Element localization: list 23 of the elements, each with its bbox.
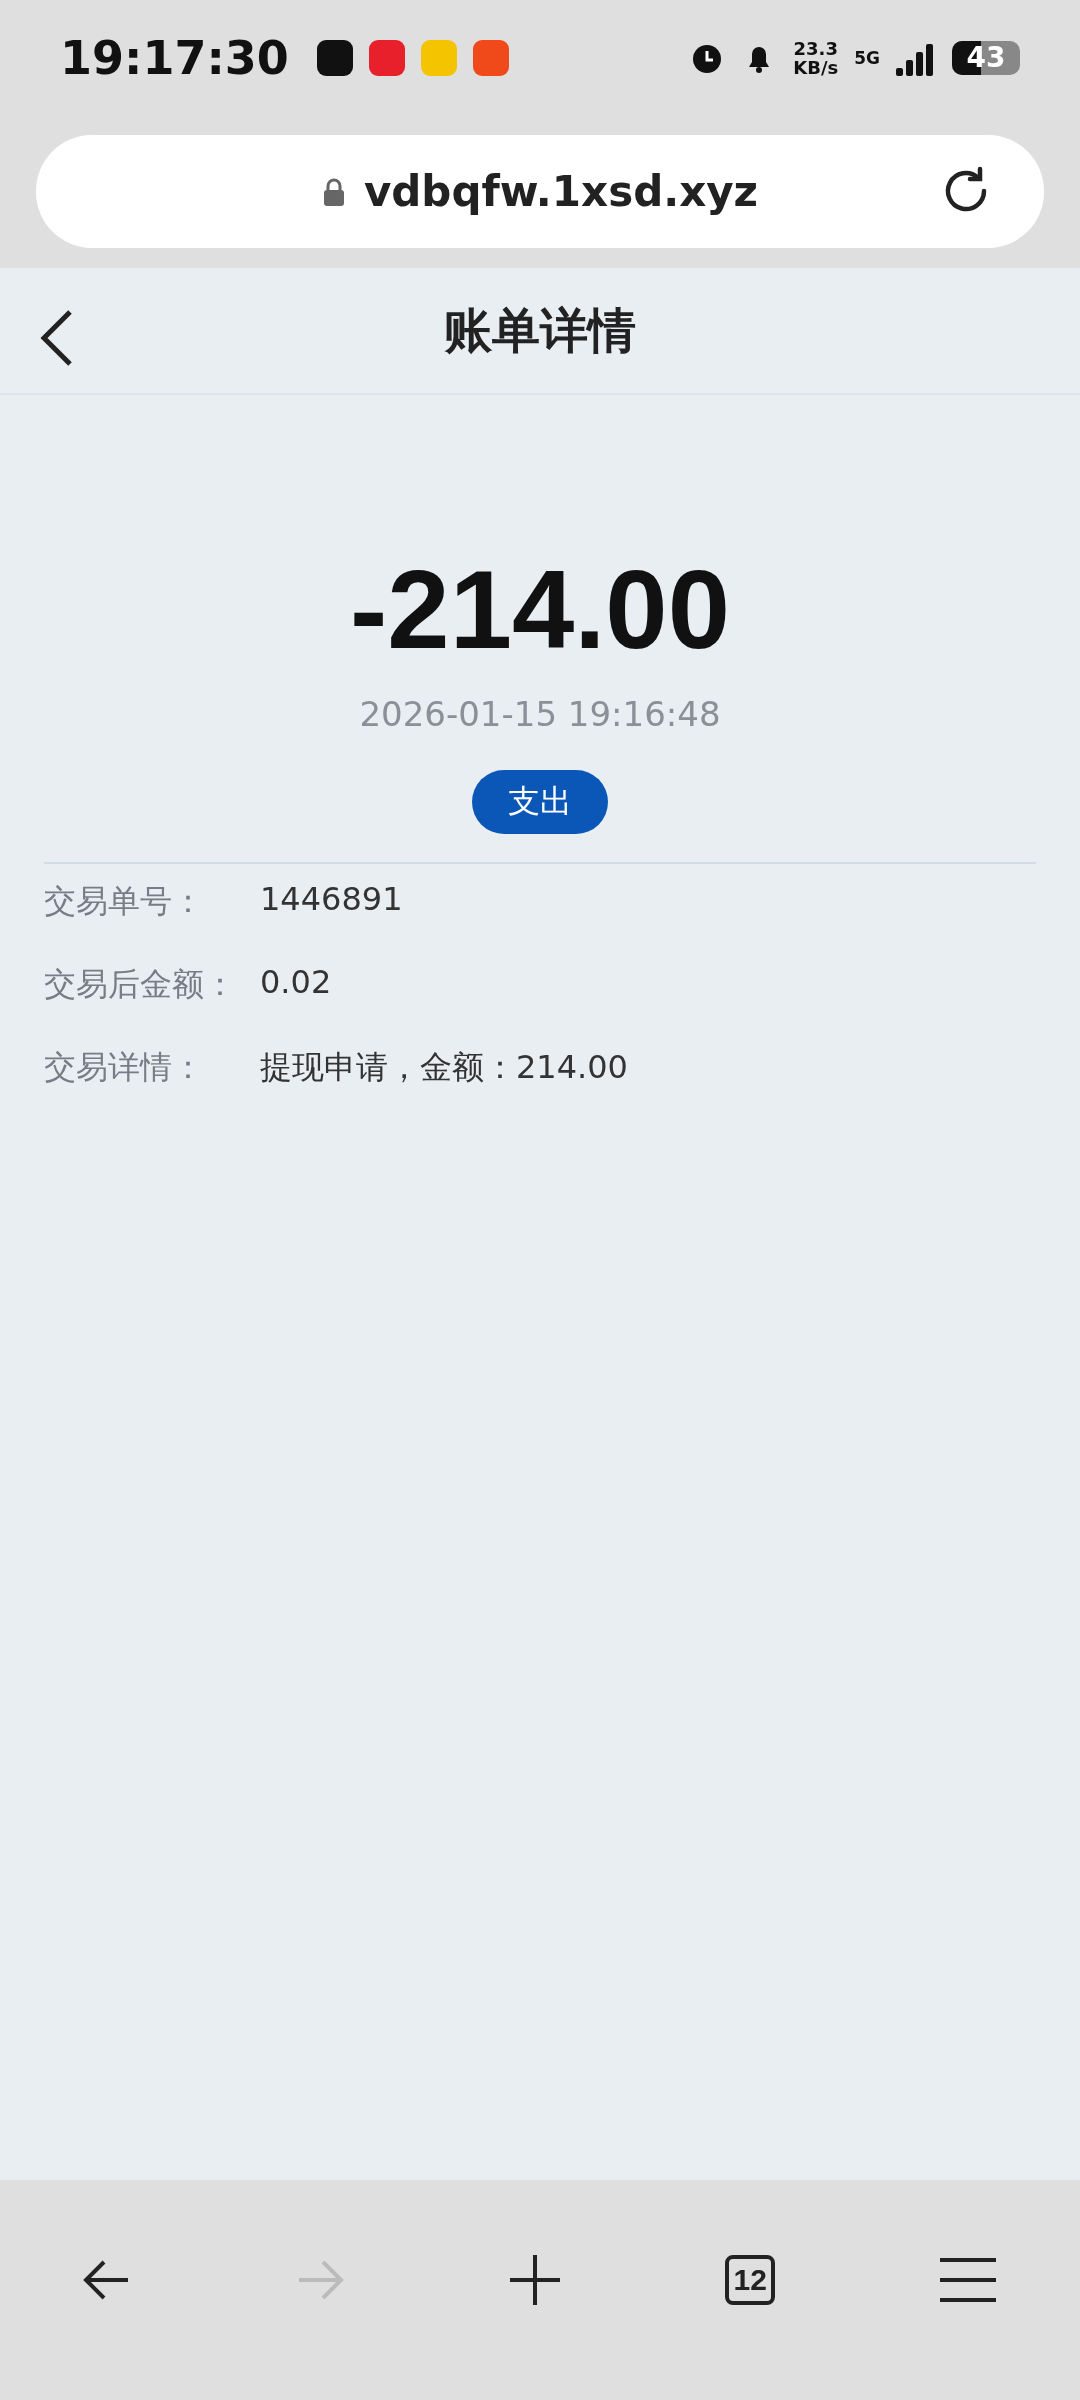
type-badge: 支出 — [472, 770, 608, 834]
detail-label: 交易单号： — [44, 881, 205, 922]
menu-button[interactable] — [938, 2256, 999, 2304]
transaction-time: 2026-01-15 19:16:48 — [358, 694, 722, 734]
app-icon — [420, 39, 457, 76]
app-icon — [316, 39, 353, 76]
network-type: 5G — [854, 47, 880, 68]
detail-label: 交易后金额： — [44, 964, 237, 1005]
page-title: 账单详情 — [444, 300, 636, 360]
detail-value: 1446891 — [260, 880, 403, 920]
app-icon — [368, 39, 405, 76]
lock-icon — [321, 176, 346, 207]
app-icon — [472, 39, 509, 76]
detail-value: 提现申请，金额：214.00 — [260, 1047, 628, 1088]
address-bar[interactable]: vdbqfw.1xsd.xyz — [36, 135, 1044, 248]
tabs-button[interactable]: 12 — [725, 2255, 776, 2305]
detail-value: 0.02 — [260, 963, 332, 1003]
new-tab-button[interactable] — [507, 2253, 562, 2307]
clock-time: 19:17:30 — [60, 30, 289, 85]
network-speed: 23.3 KB/s — [793, 38, 839, 77]
detail-label: 交易详情： — [44, 1047, 205, 1088]
amount: -214.00 — [349, 546, 731, 674]
url-text: vdbqfw.1xsd.xyz — [363, 167, 759, 216]
